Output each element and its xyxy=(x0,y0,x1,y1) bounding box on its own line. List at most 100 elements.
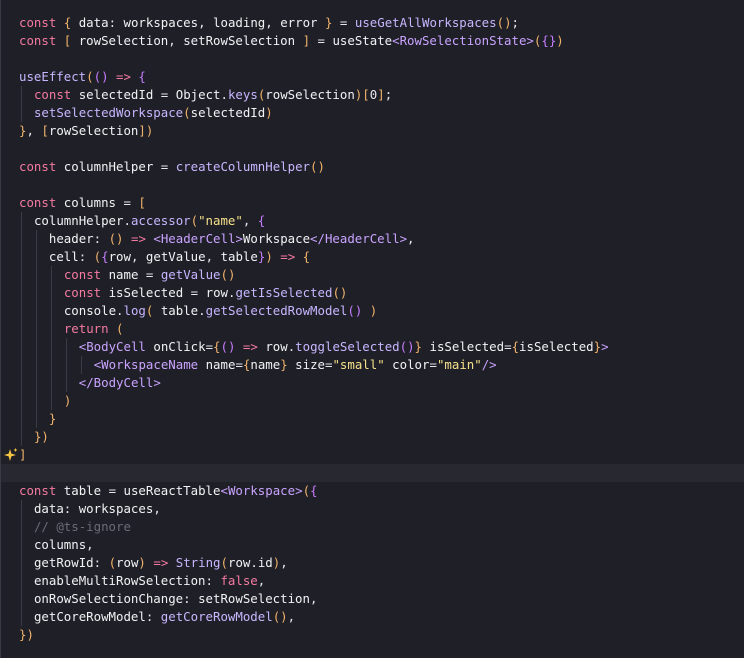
code-token: onRowSelectionChange xyxy=(33,591,184,606)
code-token: ( xyxy=(93,69,102,84)
indent-guide xyxy=(21,590,22,608)
code-token: [ xyxy=(41,123,49,138)
code-line[interactable]: } xyxy=(1,410,744,428)
code-area[interactable]: const { data: workspaces, loading, error… xyxy=(1,14,744,644)
code-line[interactable] xyxy=(1,50,744,68)
code-token: = xyxy=(504,339,512,354)
code-line[interactable]: const selectedId = Object.keys(rowSelect… xyxy=(1,86,744,104)
code-token: , xyxy=(280,555,288,570)
code-token: name xyxy=(250,357,281,372)
code-token: Workspace xyxy=(242,231,311,246)
code-token: ) xyxy=(280,609,288,624)
code-token: [ xyxy=(138,195,146,210)
code-line[interactable]: useEffect(() => { xyxy=(1,68,744,86)
code-line[interactable]: ) xyxy=(1,392,744,410)
code-line[interactable]: ] xyxy=(1,446,744,464)
code-token: => xyxy=(130,231,146,246)
ai-sparkle-icon[interactable] xyxy=(4,447,18,463)
code-line[interactable]: header: () => <HeaderCell>Workspace</Hea… xyxy=(1,230,744,248)
code-line[interactable]: const { data: workspaces, loading, error… xyxy=(1,14,744,32)
code-token: const xyxy=(33,87,72,102)
indent-guide xyxy=(50,266,52,284)
code-token: "name" xyxy=(198,213,243,228)
code-line[interactable]: const isSelected = row.getIsSelected() xyxy=(1,284,744,302)
code-token: , xyxy=(287,609,296,624)
code-line[interactable]: // @ts-ignore xyxy=(1,518,744,536)
code-line[interactable]: onRowSelectionChange: setRowSelection, xyxy=(1,590,744,608)
code-token: <WorkspaceName xyxy=(93,357,199,372)
indent-guide xyxy=(21,374,22,392)
code-line[interactable]: const name = getValue() xyxy=(1,266,744,284)
code-line[interactable]: const columns = [ xyxy=(1,194,744,212)
code-token: ) xyxy=(556,33,564,48)
code-line[interactable]: console.log( table.getSelectedRowModel()… xyxy=(1,302,744,320)
code-line[interactable]: }, [rowSelection]) xyxy=(1,122,744,140)
code-token: cell xyxy=(48,249,79,264)
code-token: columns xyxy=(33,537,87,552)
code-line[interactable]: enableMultiRowSelection: false, xyxy=(1,572,744,590)
code-line[interactable] xyxy=(1,176,744,194)
code-line[interactable]: </BodyCell> xyxy=(1,374,744,392)
indent-guide xyxy=(50,356,52,374)
code-line[interactable]: columns, xyxy=(1,536,744,554)
code-line[interactable]: }) xyxy=(1,626,744,644)
code-token: { xyxy=(138,69,146,84)
code-token: name xyxy=(108,267,139,282)
code-token: , xyxy=(26,123,34,138)
code-token: ) xyxy=(41,429,49,444)
code-line[interactable]: getRowId: (row) => String(row.id), xyxy=(1,554,744,572)
code-editor[interactable]: const { data: workspaces, loading, error… xyxy=(0,0,744,658)
code-token: id xyxy=(257,555,273,570)
indent-guide xyxy=(21,536,22,554)
code-token: const xyxy=(19,15,57,30)
indent-guide xyxy=(35,392,37,410)
code-line[interactable]: }) xyxy=(1,428,744,446)
code-token: { xyxy=(302,249,311,264)
code-line[interactable]: const columnHelper = createColumnHelper(… xyxy=(1,158,744,176)
code-line[interactable]: getCoreRowModel: getCoreRowModel(), xyxy=(1,608,744,626)
code-line[interactable]: <WorkspaceName name={name} size="small" … xyxy=(1,356,744,374)
code-token: workspaces xyxy=(78,501,154,516)
code-line[interactable]: data: workspaces, xyxy=(1,500,744,518)
code-token: ) xyxy=(145,123,154,138)
code-token: table xyxy=(160,303,199,318)
code-line[interactable]: columnHelper.accessor("name", { xyxy=(1,212,744,230)
code-token: ( xyxy=(93,249,102,264)
code-line[interactable]: return ( xyxy=(1,320,744,338)
code-line[interactable] xyxy=(1,140,744,158)
code-token: ; xyxy=(384,87,393,102)
code-line[interactable]: <BodyCell onClick={() => row.toggleSelec… xyxy=(1,338,744,356)
code-token: = xyxy=(108,483,117,498)
code-line[interactable]: cell: ({row, getValue, table}) => { xyxy=(1,248,744,266)
code-line[interactable]: const table = useReactTable<Workspace>({ xyxy=(1,482,744,500)
code-token: ( xyxy=(496,15,505,30)
code-token: data xyxy=(33,501,64,516)
code-token: row xyxy=(116,555,139,570)
code-line[interactable]: const [ rowSelection, setRowSelection ] … xyxy=(1,32,744,50)
code-line[interactable]: setSelectedWorkspace(selectedId) xyxy=(1,104,744,122)
code-line[interactable] xyxy=(1,464,744,482)
code-token: ( xyxy=(108,231,117,246)
code-token: : xyxy=(183,591,191,606)
